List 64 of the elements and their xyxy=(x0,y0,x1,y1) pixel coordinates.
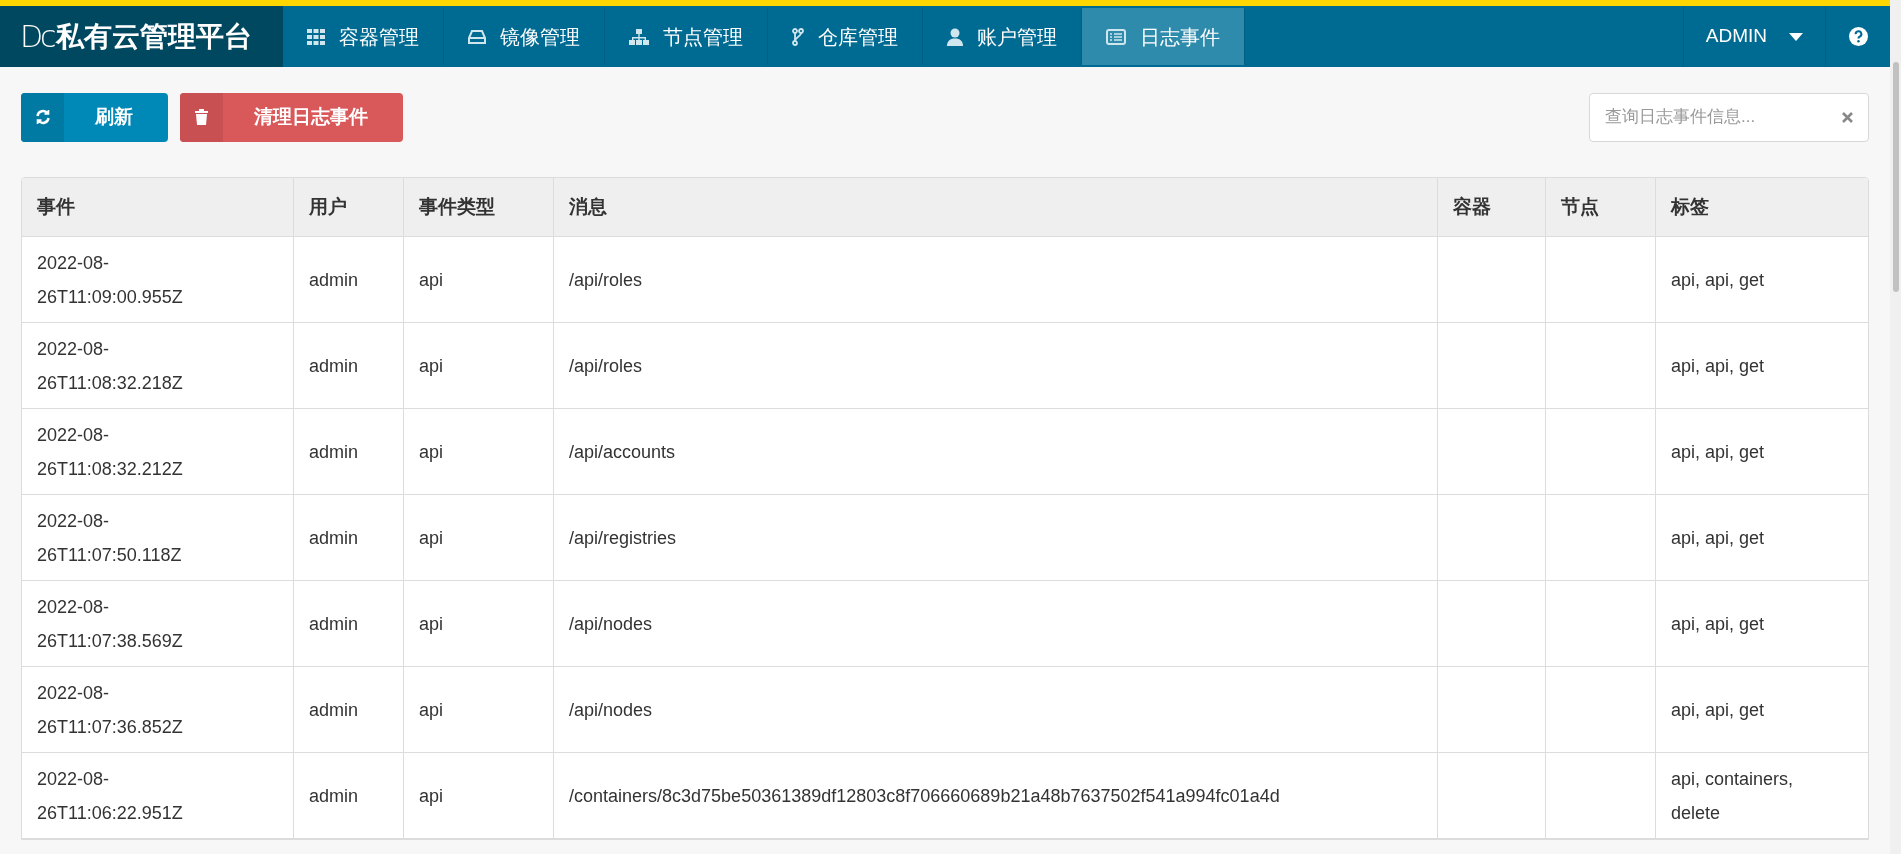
table-cell-text: api, api, get xyxy=(1671,440,1765,464)
search-field[interactable]: 查询日志事件信息... xyxy=(1589,92,1869,142)
table-cell-text: api, containers, delete xyxy=(1671,767,1795,825)
scrollbar-thumb[interactable] xyxy=(1892,62,1899,292)
table-cell-text: admin xyxy=(309,526,359,550)
table-cell-text: /api/roles xyxy=(569,354,643,378)
app-brand[interactable]: Dc私有云管理平台 xyxy=(0,6,283,67)
table-cell-text: 2022-08-26T11:09:00.955Z xyxy=(37,251,184,309)
list-icon xyxy=(1106,28,1126,45)
table-cell-text: api, api, get xyxy=(1671,354,1765,378)
fork-icon xyxy=(792,27,804,46)
table-cell-text: api xyxy=(419,526,444,550)
column-header[interactable]: 用户 xyxy=(294,178,404,236)
table-cell-text: /api/nodes xyxy=(569,612,653,636)
column-header[interactable]: 标签 xyxy=(1656,178,1868,236)
nav-tab[interactable]: 日志事件 xyxy=(1082,8,1245,65)
table-cell-text: api, api, get xyxy=(1671,698,1765,722)
table-cell-text: admin xyxy=(309,698,359,722)
table-cell-text: admin xyxy=(309,354,359,378)
table-cell-text: api xyxy=(419,354,444,378)
table-cell-text: /api/registries xyxy=(569,526,677,550)
table-cell-text: api, api, get xyxy=(1671,612,1765,636)
column-header[interactable]: 消息 xyxy=(554,178,1438,236)
grid-icon xyxy=(307,28,325,45)
table-cell-text: api xyxy=(419,440,444,464)
table-cell-text: 2022-08-26T11:07:38.569Z xyxy=(37,595,184,653)
nav-tab[interactable]: 仓库管理 xyxy=(768,8,923,65)
table-cell-text: api xyxy=(419,612,444,636)
table-cell-text: /api/roles xyxy=(569,268,643,292)
table-cell-text: api, api, get xyxy=(1671,268,1765,292)
table-cell-text: 2022-08-26T11:08:32.218Z xyxy=(37,337,184,395)
user-icon xyxy=(947,27,963,46)
drive-icon xyxy=(468,29,486,44)
clear-button[interactable]: 清理日志事件 xyxy=(180,92,403,142)
table-cell-text: 2022-08-26T11:08:32.212Z xyxy=(37,423,184,481)
caret-icon xyxy=(1789,32,1803,41)
table-cell-text: 2022-08-26T11:06:22.951Z xyxy=(37,767,184,825)
table-cell-text: api xyxy=(419,784,444,808)
column-header[interactable]: 容器 xyxy=(1438,178,1546,236)
nav-tab[interactable]: 镜像管理 xyxy=(444,8,605,65)
table-cell-text: admin xyxy=(309,268,359,292)
table-cell-text: /containers/8c3d75be50361389df12803c8f706660689b21a48b7637502f541a994fc01a4d xyxy=(569,784,1280,808)
table-cell-text: api, api, get xyxy=(1671,526,1765,550)
table-cell-text: 2022-08-26T11:07:50.118Z xyxy=(37,509,183,567)
user-menu[interactable]: ADMIN xyxy=(1682,6,1826,67)
nav-tab[interactable]: 节点管理 xyxy=(605,8,768,65)
column-header[interactable]: 事件类型 xyxy=(404,178,554,236)
column-header[interactable]: 事件 xyxy=(22,178,294,236)
refresh-icon xyxy=(34,109,51,125)
table-cell-text: admin xyxy=(309,440,359,464)
table-cell-text: api xyxy=(419,698,444,722)
nav-tab[interactable]: 容器管理 xyxy=(283,8,444,65)
help-icon xyxy=(1848,27,1868,46)
table-cell-text: 2022-08-26T11:07:36.852Z xyxy=(37,681,184,739)
trash-icon xyxy=(195,109,208,125)
table-cell-text: admin xyxy=(309,784,359,808)
sitemap-icon xyxy=(629,28,649,45)
refresh-button[interactable]: 刷新 xyxy=(21,92,168,142)
column-header[interactable]: 节点 xyxy=(1546,178,1656,236)
table-cell-text: admin xyxy=(309,612,359,636)
table-cell-text: /api/accounts xyxy=(569,440,676,464)
table-cell-text: api xyxy=(419,268,444,292)
table-cell-text: /api/nodes xyxy=(569,698,653,722)
clear-icon[interactable] xyxy=(1842,111,1853,123)
